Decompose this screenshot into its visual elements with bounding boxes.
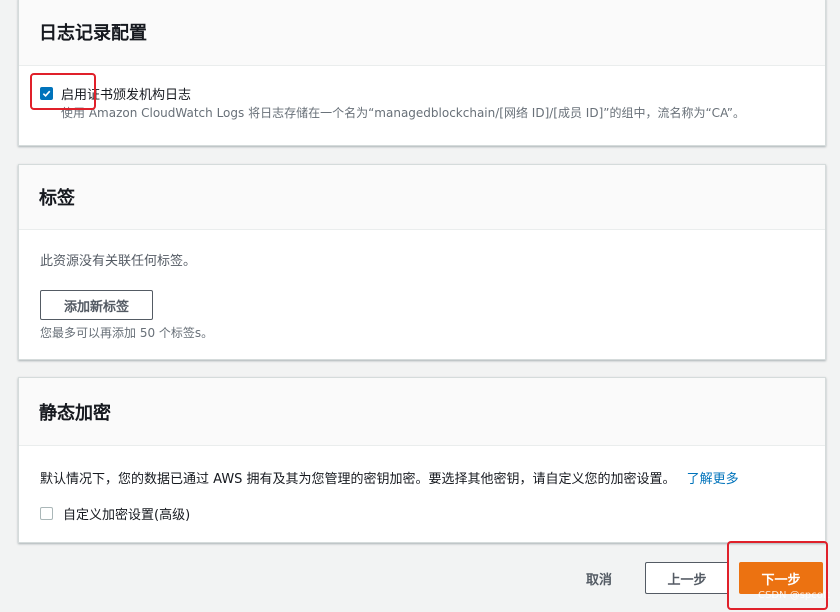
tags-panel: 标签 此资源没有关联任何标签。 添加新标签 您最多可以再添加 50 个标签s。 (18, 164, 826, 360)
custom-encryption-label: 自定义加密设置(高级) (63, 508, 191, 523)
add-tag-button[interactable]: 添加新标签 (40, 290, 153, 320)
logging-config-title: 日志记录配置 (39, 23, 147, 44)
tags-title: 标签 (39, 188, 75, 209)
learn-more-link[interactable]: 了解更多 (687, 472, 739, 487)
encryption-header: 静态加密 (19, 378, 825, 446)
encryption-description: 默认情况下，您的数据已通过 AWS 拥有及其为您管理的密钥加密。要选择其他密钥，… (40, 472, 676, 487)
logging-config-header: 日志记录配置 (19, 0, 825, 66)
next-button-highlight-box (727, 541, 828, 610)
checkbox-highlight-box (30, 73, 96, 110)
logging-config-panel: 日志记录配置 启用证书颁发机构日志 使用 Amazon CloudWatch L… (18, 0, 826, 146)
encryption-panel: 静态加密 默认情况下，您的数据已通过 AWS 拥有及其为您管理的密钥加密。要选择… (18, 377, 826, 543)
custom-encryption-checkbox[interactable] (40, 507, 53, 520)
enable-ca-logs-description: 使用 Amazon CloudWatch Logs 将日志存储在一个名为“man… (61, 106, 746, 120)
encryption-title: 静态加密 (39, 402, 111, 424)
custom-encryption-checkbox-row[interactable]: 自定义加密设置(高级) (40, 504, 190, 523)
tags-header: 标签 (19, 165, 825, 230)
tags-empty-text: 此资源没有关联任何标签。 (40, 254, 197, 269)
previous-button[interactable]: 上一步 (645, 562, 729, 594)
tags-hint: 您最多可以再添加 50 个标签s。 (40, 326, 214, 340)
cancel-button[interactable]: 取消 (570, 562, 628, 594)
encryption-description-row: 默认情况下，您的数据已通过 AWS 拥有及其为您管理的密钥加密。要选择其他密钥，… (40, 468, 739, 487)
